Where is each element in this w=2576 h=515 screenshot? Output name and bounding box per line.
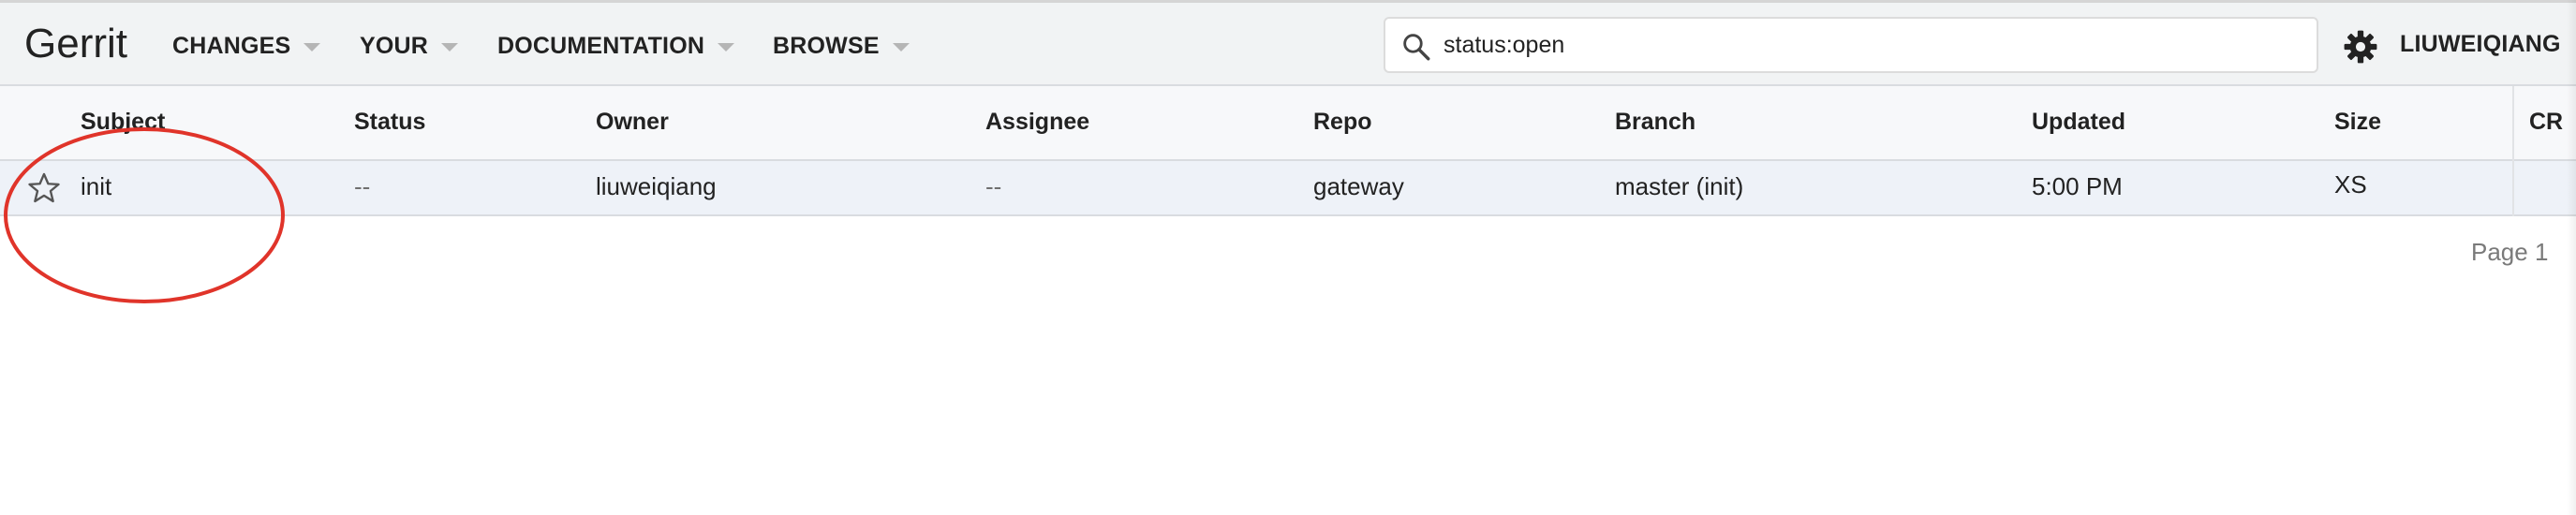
column-subject: Subject <box>81 109 166 135</box>
column-branch: Branch <box>1615 109 1696 135</box>
column-size: Size <box>2334 109 2382 135</box>
change-repo-link[interactable]: gateway <box>1313 172 1404 201</box>
nav-documentation-menu[interactable]: DOCUMENTATION <box>497 29 735 63</box>
column-status: Status <box>354 109 426 135</box>
nav-changes-label: CHANGES <box>172 32 291 59</box>
column-repo: Repo <box>1313 109 1372 135</box>
page-indicator: Page 1 <box>2471 238 2549 266</box>
change-updated: 5:00 PM <box>2032 172 2123 200</box>
chevron-down-icon <box>303 42 321 52</box>
star-outline-icon[interactable] <box>26 170 62 206</box>
user-menu[interactable]: LIUWEIQIANG <box>2400 31 2561 58</box>
column-owner: Owner <box>596 109 669 135</box>
change-assignee: -- <box>985 172 1002 200</box>
search-box[interactable] <box>1384 17 2318 73</box>
change-subject-link[interactable]: init <box>81 172 111 201</box>
change-status: -- <box>354 172 371 200</box>
chevron-down-icon <box>441 42 459 52</box>
window-edge-shadow <box>2567 0 2576 515</box>
gerrit-logo[interactable]: Gerrit <box>24 16 127 72</box>
gear-icon[interactable] <box>2343 29 2378 65</box>
nav-your-menu[interactable]: YOUR <box>360 29 459 63</box>
search-icon <box>1403 34 1430 61</box>
nav-browse-label: BROWSE <box>773 32 880 59</box>
table-row[interactable]: init -- liuweiqiang -- gateway master (i… <box>0 161 2576 216</box>
nav-documentation-label: DOCUMENTATION <box>497 32 705 59</box>
change-size-badge: XS <box>2334 170 2367 199</box>
search-input[interactable] <box>1443 26 2287 64</box>
column-cr: CR <box>2529 109 2564 135</box>
chevron-down-icon <box>718 42 735 52</box>
nav-browse-menu[interactable]: BROWSE <box>773 29 910 63</box>
top-header: Gerrit CHANGES YOUR DOCUMENTATION BROWSE <box>0 0 2576 86</box>
cr-column-divider <box>2512 86 2514 216</box>
chevron-down-icon <box>892 42 910 52</box>
change-owner-link[interactable]: liuweiqiang <box>596 172 717 201</box>
column-updated: Updated <box>2032 109 2125 135</box>
column-assignee: Assignee <box>985 109 1090 135</box>
nav-changes-menu[interactable]: CHANGES <box>172 29 321 63</box>
change-branch-link[interactable]: master (init) <box>1615 172 1743 201</box>
table-header: Subject Status Owner Assignee Repo Branc… <box>0 86 2576 161</box>
nav-your-label: YOUR <box>360 32 429 59</box>
